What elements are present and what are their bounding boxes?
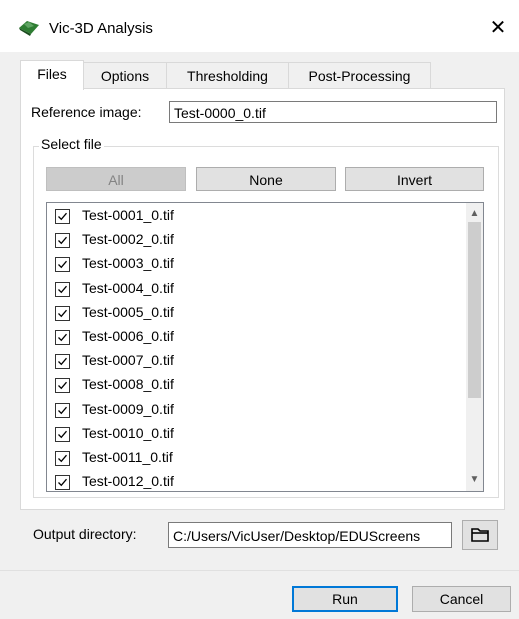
select-none-button[interactable]: None (196, 167, 336, 191)
output-directory-label: Output directory: (33, 526, 137, 542)
select-file-title: Select file (39, 136, 104, 152)
tab-options[interactable]: Options (83, 62, 167, 89)
tab-post-processing[interactable]: Post-Processing (288, 62, 431, 89)
checkmark-icon (58, 261, 67, 269)
checkmark-icon (58, 454, 67, 463)
checkmark-icon (58, 212, 67, 221)
footer-divider (0, 570, 519, 571)
invert-selection-button[interactable]: Invert (345, 167, 484, 191)
scroll-down-icon[interactable]: ▼ (466, 471, 483, 488)
tab-thresholding[interactable]: Thresholding (166, 62, 289, 89)
checkmark-icon (58, 309, 67, 318)
list-item[interactable]: Test-0005_0.tif (51, 302, 457, 326)
file-name: Test-0011_0.tif (82, 449, 173, 465)
vertical-scrollbar[interactable]: ▲ ▼ (466, 203, 483, 491)
checkbox[interactable] (55, 330, 70, 345)
list-item[interactable]: Test-0011_0.tif (51, 447, 457, 471)
output-directory-field[interactable]: C:/Users/VicUser/Desktop/EDUScreens (168, 522, 452, 548)
checkbox[interactable] (55, 233, 70, 249)
list-item[interactable]: Test-0009_0.tif (51, 399, 457, 423)
checkmark-icon (58, 285, 67, 293)
file-name: Test-0002_0.tif (82, 231, 174, 248)
checkmark-icon (58, 333, 67, 342)
checkbox[interactable] (55, 281, 70, 297)
analysis-dialog: Vic-3D Analysis ✕ Files Options Threshol… (0, 0, 519, 619)
file-name: Test-0007_0.tif (82, 352, 174, 369)
close-button[interactable]: ✕ (480, 10, 516, 46)
file-name: Test-0010_0.tif (82, 424, 174, 441)
checkbox[interactable] (55, 209, 70, 224)
file-name: Test-0005_0.tif (82, 303, 174, 320)
title-bar: Vic-3D Analysis ✕ (0, 0, 519, 52)
checkbox[interactable] (55, 378, 70, 394)
checkbox[interactable] (55, 257, 70, 273)
window-title: Vic-3D Analysis (49, 20, 153, 37)
checkmark-icon (58, 478, 67, 487)
folder-icon (471, 528, 489, 542)
scroll-up-icon[interactable]: ▲ (466, 205, 483, 222)
checkmark-icon (58, 236, 67, 245)
reference-image-field[interactable]: Test-0000_0.tif (169, 101, 497, 123)
list-item[interactable]: Test-0004_0.tif (51, 278, 457, 302)
checkbox[interactable] (55, 402, 70, 418)
cancel-button[interactable]: Cancel (412, 586, 511, 612)
tab-label: Post-Processing (308, 68, 411, 84)
checkmark-icon (58, 430, 67, 439)
tab-label: Thresholding (187, 68, 268, 84)
checkbox[interactable] (55, 451, 70, 466)
checkmark-icon (58, 406, 67, 414)
tab-label: Options (100, 68, 150, 84)
list-item[interactable]: Test-0001_0.tif (51, 205, 457, 229)
list-item[interactable]: Test-0010_0.tif (51, 423, 457, 447)
list-item[interactable]: Test-0007_0.tif (51, 350, 457, 374)
checkmark-icon (58, 382, 67, 390)
scroll-thumb[interactable] (468, 222, 481, 398)
list-item[interactable]: Test-0003_0.tif (51, 253, 457, 277)
checkmark-icon (58, 357, 67, 366)
file-name: Test-0001_0.tif (82, 207, 174, 223)
file-name: Test-0003_0.tif (82, 255, 174, 272)
file-name: Test-0004_0.tif (82, 279, 174, 296)
file-list[interactable]: Test-0001_0.tif Test-0002_0.tif Test-0003_… (46, 202, 484, 492)
browse-folder-button[interactable] (462, 520, 498, 550)
list-item[interactable]: Test-0008_0.tif (51, 374, 457, 398)
file-name: Test-0008_0.tif (82, 376, 174, 393)
checkbox[interactable] (55, 426, 70, 442)
file-name: Test-0006_0.tif (82, 328, 174, 344)
reference-image-label: Reference image: (31, 104, 142, 120)
app-logo-icon (19, 21, 39, 36)
list-item[interactable]: Test-0002_0.tif (51, 229, 457, 253)
close-icon: ✕ (489, 17, 507, 39)
select-all-button[interactable]: All (46, 167, 186, 191)
list-item[interactable]: Test-0012_0.tif (51, 471, 457, 491)
list-item[interactable]: Test-0006_0.tif (51, 326, 457, 350)
file-name: Test-0009_0.tif (82, 400, 174, 417)
run-button[interactable]: Run (292, 586, 398, 612)
checkbox[interactable] (55, 354, 70, 370)
file-name: Test-0012_0.tif (82, 473, 174, 490)
checkbox[interactable] (55, 475, 70, 491)
checkbox[interactable] (55, 305, 70, 321)
tab-label: Files (37, 66, 67, 82)
tab-files[interactable]: Files (20, 60, 84, 90)
